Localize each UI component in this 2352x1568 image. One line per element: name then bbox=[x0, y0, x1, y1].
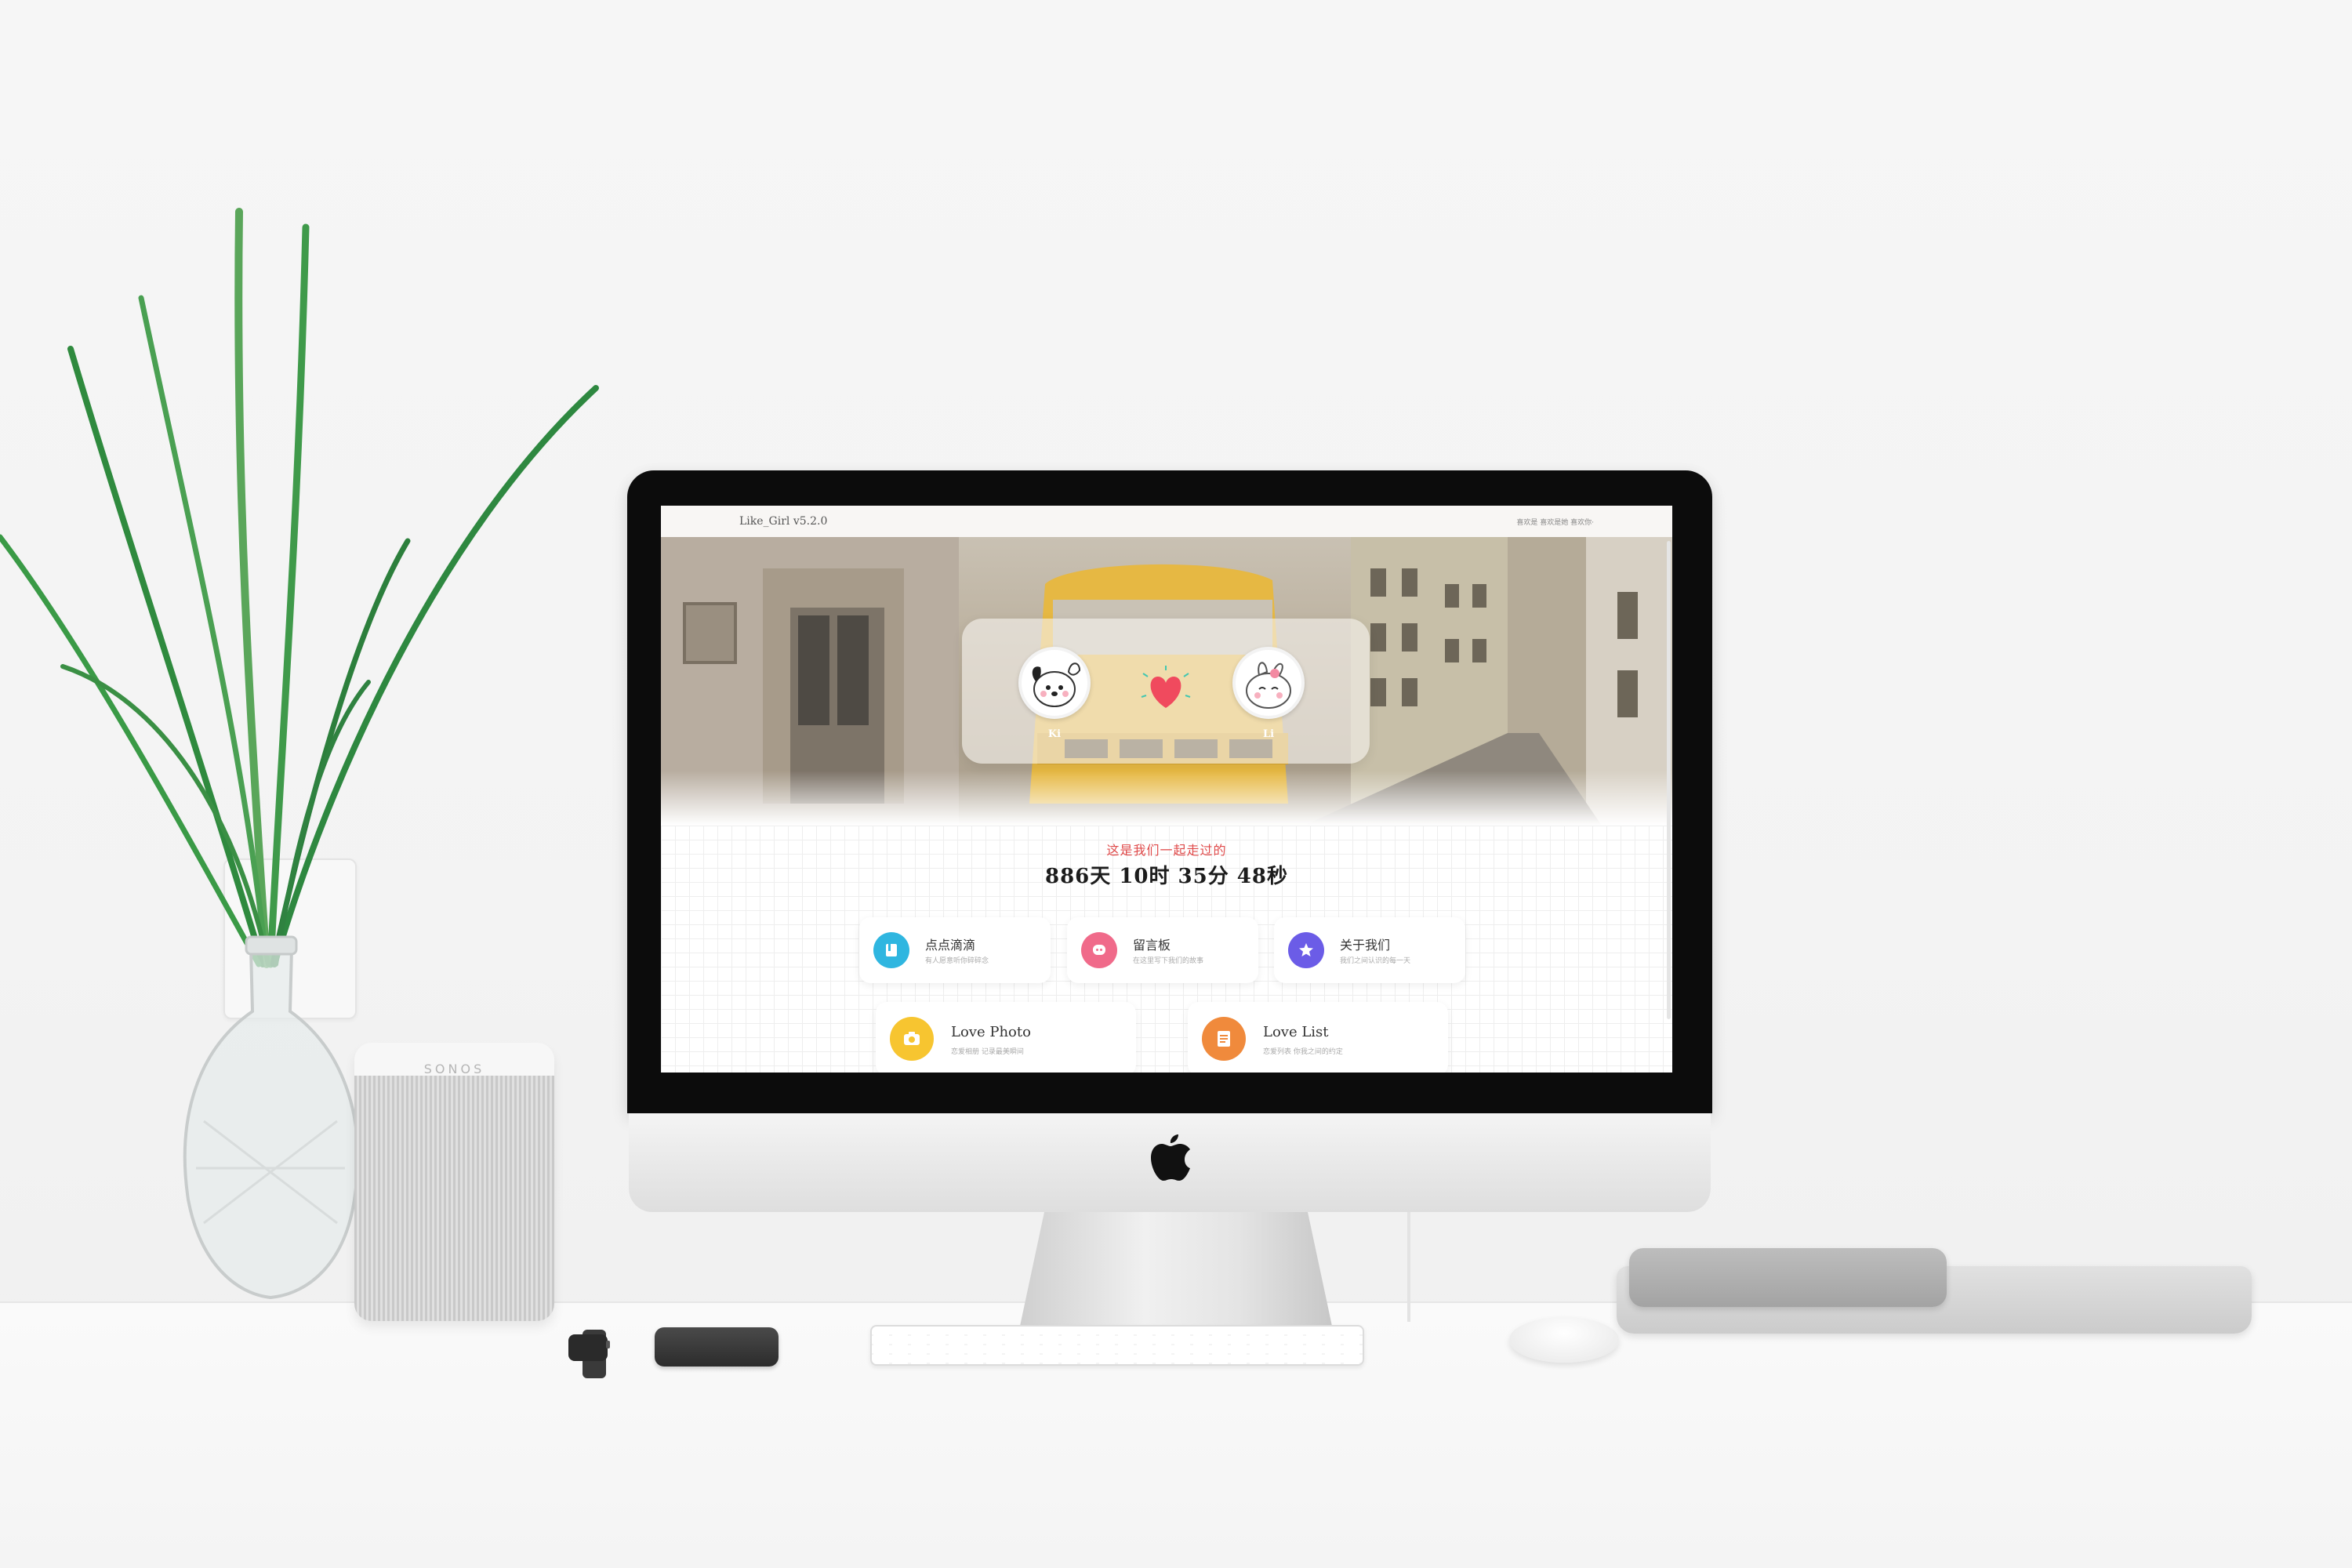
together-label: 这是我们一起走过的 bbox=[1106, 843, 1227, 858]
card-love-list-subtitle: 恋爱列表 你我之间的约定 bbox=[1263, 1048, 1343, 1056]
card-diary-subtitle: 有人愿意听你碎碎念 bbox=[925, 957, 989, 965]
camera-icon bbox=[890, 1017, 934, 1061]
avatar-left-name: Ki bbox=[1047, 728, 1062, 740]
card-love-list-title: Love List bbox=[1263, 1024, 1329, 1040]
couple-card: Ki Li bbox=[962, 619, 1370, 764]
avatar-left[interactable] bbox=[1018, 647, 1091, 719]
mouse bbox=[1509, 1317, 1619, 1363]
card-diary-title: 点点滴滴 bbox=[925, 938, 976, 953]
book-icon bbox=[873, 932, 909, 968]
smartwatch bbox=[568, 1330, 610, 1378]
puppy-avatar-icon bbox=[1032, 662, 1081, 707]
chat-icon bbox=[1081, 932, 1117, 968]
smartphone bbox=[655, 1327, 779, 1367]
screen: Like_Girl v5.2.0 喜欢是 喜欢是她 喜欢你· Ki Li 这是我… bbox=[661, 506, 1672, 1073]
tablet bbox=[1629, 1248, 1947, 1307]
star-icon bbox=[1288, 932, 1324, 968]
card-guestbook[interactable]: 留言板 在这里写下我们的故事 bbox=[1067, 917, 1258, 983]
card-diary[interactable]: 点点滴滴 有人愿意听你碎碎念 bbox=[859, 917, 1051, 983]
power-cable bbox=[1407, 1212, 1431, 1322]
main-content: 这是我们一起走过的 886天 10时 35分 48秒 点点滴滴 有人愿意听你碎碎… bbox=[661, 826, 1672, 1073]
site-header: Like_Girl v5.2.0 喜欢是 喜欢是她 喜欢你· bbox=[661, 506, 1672, 537]
apple-logo-icon bbox=[1151, 1134, 1190, 1181]
love-timer: 886天 10时 35分 48秒 bbox=[1045, 865, 1288, 888]
keyboard bbox=[870, 1325, 1364, 1366]
scrollbar[interactable] bbox=[1667, 541, 1671, 1019]
avatar-right-name: Li bbox=[1262, 728, 1275, 740]
monitor-stand bbox=[1019, 1212, 1333, 1330]
avatar-right[interactable] bbox=[1232, 647, 1305, 719]
list-icon bbox=[1202, 1017, 1246, 1061]
hero-banner: Ki Li bbox=[661, 537, 1672, 826]
card-love-photo-title: Love Photo bbox=[951, 1024, 1031, 1040]
card-about[interactable]: 关于我们 我们之间认识的每一天 bbox=[1274, 917, 1465, 983]
card-guestbook-subtitle: 在这里写下我们的故事 bbox=[1133, 957, 1204, 965]
card-love-photo[interactable]: Love Photo 恋爱相册 记录最美瞬间 bbox=[876, 1002, 1136, 1073]
speaker-logo: SONOS bbox=[423, 1062, 485, 1076]
bunny-avatar-icon bbox=[1246, 662, 1291, 709]
hero-fade bbox=[661, 771, 1672, 826]
card-love-list[interactable]: Love List 恋爱列表 你我之间的约定 bbox=[1188, 1002, 1448, 1073]
card-guestbook-title: 留言板 bbox=[1133, 938, 1171, 953]
speaker bbox=[354, 1043, 554, 1321]
card-love-photo-subtitle: 恋爱相册 记录最美瞬间 bbox=[951, 1048, 1024, 1056]
site-brand[interactable]: Like_Girl v5.2.0 bbox=[739, 515, 827, 528]
card-about-title: 关于我们 bbox=[1340, 938, 1391, 953]
site-topnav[interactable]: 喜欢是 喜欢是她 喜欢你· bbox=[1516, 517, 1594, 527]
card-about-subtitle: 我们之间认识的每一天 bbox=[1340, 957, 1411, 965]
heart-icon bbox=[1141, 666, 1191, 708]
